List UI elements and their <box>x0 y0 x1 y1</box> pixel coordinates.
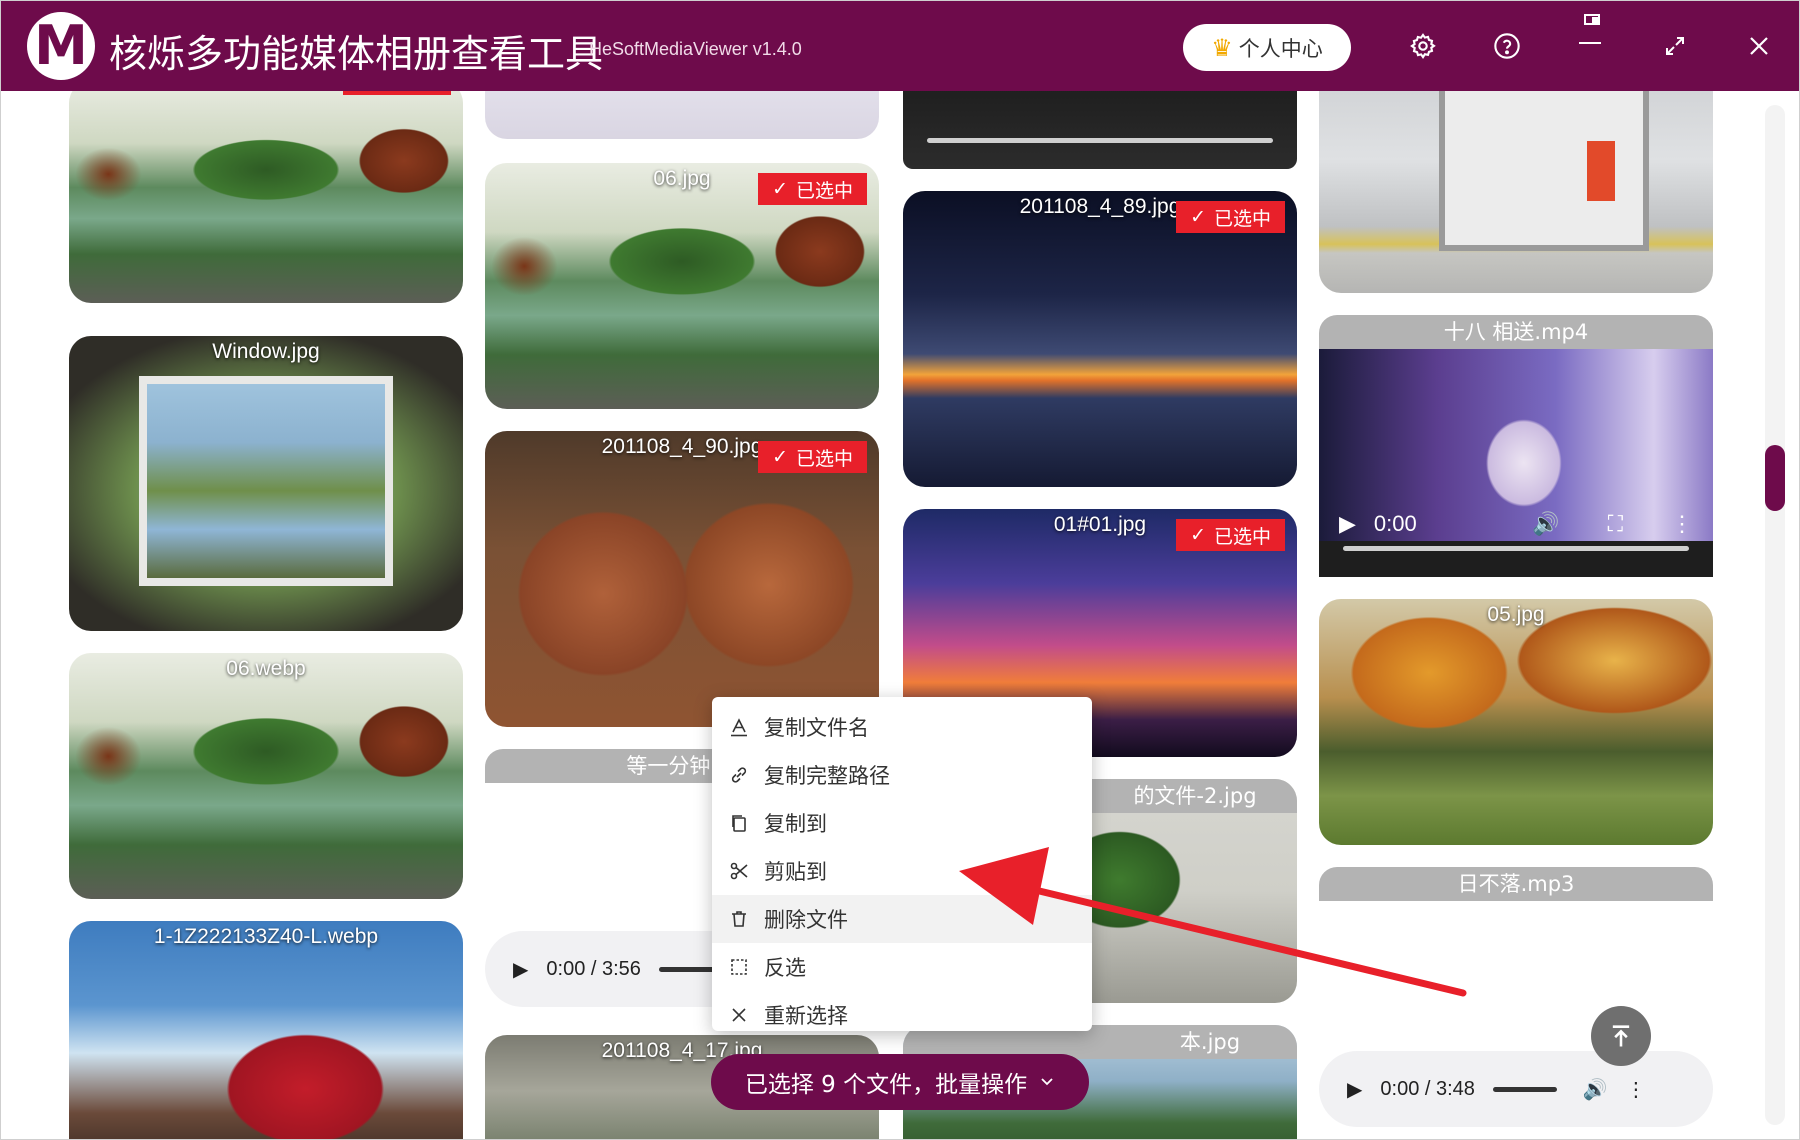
media-card[interactable]: 06.webp <box>69 653 463 899</box>
check-icon: ✓ <box>772 446 788 468</box>
title-bar: M 核烁多功能媒体相册查看工具 HeSoftMediaViewer v1.4.0… <box>1 1 1799 91</box>
question-icon[interactable] <box>1489 28 1525 64</box>
trash-icon <box>728 908 750 930</box>
check-icon: ✓ <box>772 178 788 200</box>
x-icon <box>728 1004 750 1026</box>
file-name: 1-1Z222133Z40-L.webp <box>153 925 379 948</box>
media-card[interactable]: 05.jpg <box>1319 599 1713 845</box>
media-card[interactable]: Window.jpg <box>69 336 463 631</box>
media-title-bar: 十八 相送.mp4 <box>1319 315 1713 349</box>
video-progress[interactable] <box>927 138 1273 143</box>
video-player[interactable]: ▶ 0:00 🔊 ⛶ ⋮ <box>1319 349 1713 577</box>
audio-time: 0:00 / 3:48 <box>1380 1077 1475 1100</box>
more-icon[interactable]: ⋮ <box>1626 1077 1646 1102</box>
cabinet-image <box>1439 91 1649 251</box>
play-icon[interactable]: ▶ <box>1347 1077 1362 1102</box>
audio-progress[interactable] <box>1492 1086 1557 1092</box>
play-icon[interactable]: ▶ <box>513 957 528 982</box>
media-card[interactable] <box>485 91 879 139</box>
volume-icon[interactable]: 🔊 <box>1532 511 1559 537</box>
more-icon[interactable]: ⋮ <box>1671 511 1693 537</box>
media-card[interactable]: 06.jpg ✓ 已选中 <box>485 163 879 409</box>
media-card[interactable] <box>903 91 1297 169</box>
user-center-label: 个人中心 <box>1238 36 1323 61</box>
file-name: 05.jpg <box>1487 603 1545 626</box>
menu-copy-fullpath[interactable]: 复制完整路径 <box>712 751 1092 799</box>
scissors-icon <box>728 860 750 882</box>
app-logo: M <box>27 12 95 80</box>
menu-label: 剪贴到 <box>764 860 827 884</box>
arrow-up-icon <box>1612 1025 1630 1047</box>
window-image <box>139 376 393 586</box>
batch-operation-button[interactable]: 已选择 9 个文件，批量操作 <box>711 1054 1089 1110</box>
scrollbar-thumb[interactable] <box>1765 445 1785 511</box>
gear-icon[interactable] <box>1405 28 1441 64</box>
select-box-icon <box>728 956 750 978</box>
check-icon: ✓ <box>1190 206 1206 228</box>
audio-time: 0:00 / 3:56 <box>546 957 641 980</box>
chevron-down-icon <box>1039 1069 1055 1095</box>
file-name: Window.jpg <box>212 340 320 363</box>
user-center-button[interactable]: ♛ 个人中心 <box>1183 24 1351 71</box>
app-version: HeSoftMediaViewer v1.4.0 <box>589 39 802 59</box>
minimize-icon[interactable] <box>1573 14 1609 51</box>
batch-label: 已选择 9 个文件，批量操作 <box>744 1072 1028 1098</box>
crown-icon: ♛ <box>1211 33 1233 62</box>
cabinet-label <box>1587 141 1615 201</box>
audio-player[interactable]: ▶ 0:00 / 3:48 🔊 ⋮ <box>1319 1051 1713 1127</box>
selected-badge-fragment <box>343 91 451 95</box>
menu-label: 删除文件 <box>764 908 848 932</box>
menu-label: 反选 <box>764 956 806 980</box>
file-name: 06.webp <box>226 657 306 680</box>
media-card[interactable] <box>1319 91 1713 293</box>
app-title: 核烁多功能媒体相册查看工具 <box>109 32 604 76</box>
media-card[interactable]: 201108_4_90.jpg ✓ 已选中 <box>485 431 879 727</box>
media-card[interactable] <box>69 91 463 303</box>
check-icon: ✓ <box>1190 524 1206 546</box>
fullscreen-icon[interactable]: ⛶ <box>1608 511 1623 537</box>
selected-label: 已选中 <box>1213 207 1271 230</box>
selected-label: 已选中 <box>795 179 853 202</box>
close-icon[interactable] <box>1741 28 1777 64</box>
link-icon <box>728 764 750 786</box>
menu-label: 复制文件名 <box>764 716 869 740</box>
video-time: 0:00 <box>1373 511 1417 536</box>
scrollbar-track[interactable] <box>1765 105 1785 1125</box>
selected-label: 已选中 <box>795 447 853 470</box>
selected-badge: ✓ 已选中 <box>1176 519 1285 551</box>
video-progress[interactable] <box>1343 546 1689 551</box>
volume-icon[interactable]: 🔊 <box>1583 1077 1608 1102</box>
media-card[interactable]: 1-1Z222133Z40-L.webp <box>69 921 463 1139</box>
annotation-arrow <box>959 847 1467 997</box>
selected-label: 已选中 <box>1213 525 1271 548</box>
copy-icon <box>728 812 750 834</box>
app-window: M 核烁多功能媒体相册查看工具 HeSoftMediaViewer v1.4.0… <box>0 0 1800 1140</box>
selected-badge: ✓ 已选中 <box>758 441 867 473</box>
play-icon[interactable]: ▶ <box>1339 511 1356 537</box>
menu-label: 复制完整路径 <box>764 764 890 788</box>
back-to-top-button[interactable] <box>1591 1006 1651 1066</box>
media-card[interactable]: 201108_4_89.jpg ✓ 已选中 <box>903 191 1297 487</box>
menu-copy-filename[interactable]: 复制文件名 <box>712 703 1092 751</box>
menu-copy-to[interactable]: 复制到 <box>712 799 1092 847</box>
selected-badge: ✓ 已选中 <box>758 173 867 205</box>
selected-badge: ✓ 已选中 <box>1176 201 1285 233</box>
expand-icon[interactable] <box>1657 28 1693 64</box>
text-a-icon <box>728 716 750 738</box>
menu-label: 重新选择 <box>764 1004 848 1028</box>
video-controls: ▶ 0:00 🔊 ⛶ ⋮ <box>1339 511 1693 537</box>
menu-label: 复制到 <box>764 812 827 836</box>
